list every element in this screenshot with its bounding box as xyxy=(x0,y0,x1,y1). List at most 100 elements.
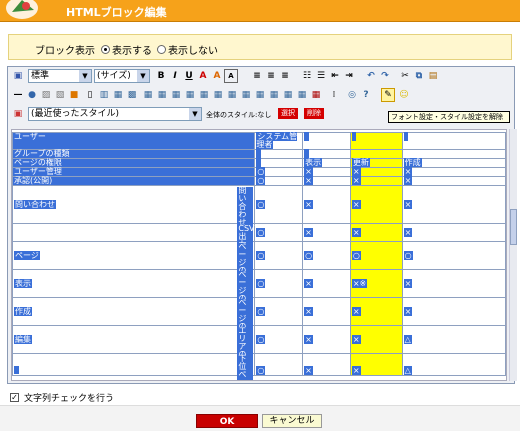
style-select[interactable]: (最近使ったスタイル) ▼ xyxy=(28,107,202,121)
table-props-icon[interactable]: ▦ xyxy=(155,88,169,102)
table-cell: × xyxy=(304,176,313,185)
all-style-label: 全体のスタイル:なし xyxy=(206,111,272,119)
cell-color-icon[interactable]: ▦ xyxy=(309,88,323,102)
vertical-scrollbar[interactable] xyxy=(509,129,517,381)
format-select[interactable]: 標準 ▼ xyxy=(28,69,92,83)
table-cell: × xyxy=(304,199,313,209)
window-title: HTMLブロック編集 xyxy=(66,6,167,19)
indent-icon[interactable]: ⇥ xyxy=(342,69,356,83)
attach-icon[interactable]: ▯ xyxy=(83,88,97,102)
table-cell: ○ xyxy=(256,306,266,316)
insert-row-icon[interactable]: ▦ xyxy=(183,88,197,102)
table-cell: × xyxy=(304,366,313,375)
chevron-down-icon: ▼ xyxy=(79,70,91,82)
table-cell: × xyxy=(304,227,313,237)
cut-icon[interactable]: ✂ xyxy=(398,69,412,83)
table-cell: × xyxy=(351,306,361,316)
scrollbar-thumb[interactable] xyxy=(510,209,517,245)
align-right-icon[interactable]: ≡ xyxy=(278,69,292,83)
table-row: 表示 ページの削除 ○ × ×※ × xyxy=(12,269,506,319)
table-cell-label: 問い合わせ xyxy=(14,199,56,209)
split-col-icon[interactable]: ▦ xyxy=(281,88,295,102)
table-cell: △ xyxy=(403,334,412,344)
table-cell: × xyxy=(351,334,361,344)
numbered-list-icon[interactable]: ☷ xyxy=(300,69,314,83)
chevron-down-icon: ▼ xyxy=(189,108,201,120)
radio-show[interactable]: 表示する xyxy=(101,42,152,57)
editor-canvas[interactable]: ユーザー システム管理者 グループの種類 ページの権限 表示 更新 作成 ユーザ… xyxy=(11,129,507,381)
radio-hide-dot[interactable] xyxy=(157,45,166,54)
table-cell xyxy=(256,158,261,167)
link-icon[interactable]: ● xyxy=(25,88,39,102)
paste-icon[interactable]: ▤ xyxy=(426,69,440,83)
table-icon[interactable]: ▦ xyxy=(141,88,155,102)
search-icon[interactable]: ◎ xyxy=(345,88,359,102)
emoticon-icon[interactable]: ☺ xyxy=(397,88,411,102)
cell-props-icon[interactable]: ▦ xyxy=(169,88,183,102)
table-cell: 承認(公開) xyxy=(12,176,256,186)
radio-show-dot[interactable] xyxy=(101,45,110,54)
table-cell: × xyxy=(351,366,361,375)
size-select[interactable]: (サイズ) ▼ xyxy=(94,69,150,83)
table-cell: ○ xyxy=(256,199,266,209)
delete-col-icon[interactable]: ▦ xyxy=(225,88,239,102)
ok-button[interactable]: OK xyxy=(196,414,258,428)
delete-button[interactable]: 削除 xyxy=(304,108,324,119)
table-cell: × xyxy=(304,306,313,316)
header-cell xyxy=(304,132,309,141)
copy-icon[interactable]: ⧉ xyxy=(412,69,426,83)
page-link-icon[interactable]: ▦ xyxy=(111,88,125,102)
table-cell: × xyxy=(403,176,413,185)
table-cell: ○ xyxy=(256,250,266,260)
delete-row-icon[interactable]: ▦ xyxy=(197,88,211,102)
app-logo-icon xyxy=(6,0,38,19)
header-cell: ユーザー xyxy=(12,132,256,150)
radio-hide-label: 表示しない xyxy=(168,46,218,57)
align-left-icon[interactable]: ≡ xyxy=(250,69,264,83)
char-border-icon[interactable]: A xyxy=(224,69,238,83)
font-color-icon[interactable]: A xyxy=(196,69,210,83)
table-row: 下位ページ ○ × × △ xyxy=(12,353,506,380)
radio-hide[interactable]: 表示しない xyxy=(157,42,218,57)
table-cell: ○ xyxy=(403,250,413,260)
merge-cells-icon[interactable]: ▦ xyxy=(239,88,253,102)
table-cell: ○ xyxy=(256,167,266,176)
bg-color-icon[interactable]: A xyxy=(210,69,224,83)
align-center-icon[interactable]: ≡ xyxy=(264,69,278,83)
split-cell-icon[interactable]: ▦ xyxy=(253,88,267,102)
undo-icon[interactable]: ↶ xyxy=(364,69,378,83)
table-cell: ○ xyxy=(351,250,361,260)
redo-icon[interactable]: ↷ xyxy=(378,69,392,83)
source-icon[interactable]: ▣ xyxy=(11,69,25,83)
table-row: 編集 エリアの変更 ○ × × △ xyxy=(12,325,506,375)
bulleted-list-icon[interactable]: ☰ xyxy=(314,69,328,83)
flash-icon[interactable]: ■ xyxy=(67,88,81,102)
table-cell xyxy=(304,149,309,158)
cancel-button[interactable]: キャンセル xyxy=(262,414,322,428)
hidden-grid-icon[interactable]: ⁞ xyxy=(327,88,341,102)
underline-icon[interactable]: U xyxy=(182,69,196,83)
template-icon[interactable]: ▩ xyxy=(125,88,139,102)
pdf-icon[interactable]: ▥ xyxy=(97,88,111,102)
table-cell: 作成 xyxy=(403,158,422,167)
table-cell: × xyxy=(403,278,413,288)
title-bar: HTMLブロック編集 xyxy=(0,0,520,22)
table-cell: × xyxy=(304,278,313,288)
clear-format-icon[interactable]: ✎ xyxy=(381,88,395,102)
table-cell: 更新 xyxy=(351,158,370,167)
horizontal-rule-icon[interactable]: — xyxy=(11,88,25,102)
image-icon[interactable]: ▨ xyxy=(39,88,53,102)
file-icon[interactable]: ▧ xyxy=(53,88,67,102)
select-button[interactable]: 選択 xyxy=(278,108,298,119)
split-row-icon[interactable]: ▦ xyxy=(267,88,281,102)
help-icon[interactable]: ? xyxy=(359,88,373,102)
table-cell-sublabel: 下位ページ xyxy=(237,355,254,380)
string-check-option[interactable]: ✓ 文字列チェックを行う xyxy=(10,391,114,404)
bold-icon[interactable]: B xyxy=(154,69,168,83)
table-row: 作成 ページの移動 ○ × × × xyxy=(12,297,506,347)
insert-col-icon[interactable]: ▦ xyxy=(211,88,225,102)
grid-icon[interactable]: ▦ xyxy=(295,88,309,102)
italic-icon[interactable]: I xyxy=(168,69,182,83)
string-check-checkbox[interactable]: ✓ xyxy=(10,393,19,402)
outdent-icon[interactable]: ⇤ xyxy=(328,69,342,83)
